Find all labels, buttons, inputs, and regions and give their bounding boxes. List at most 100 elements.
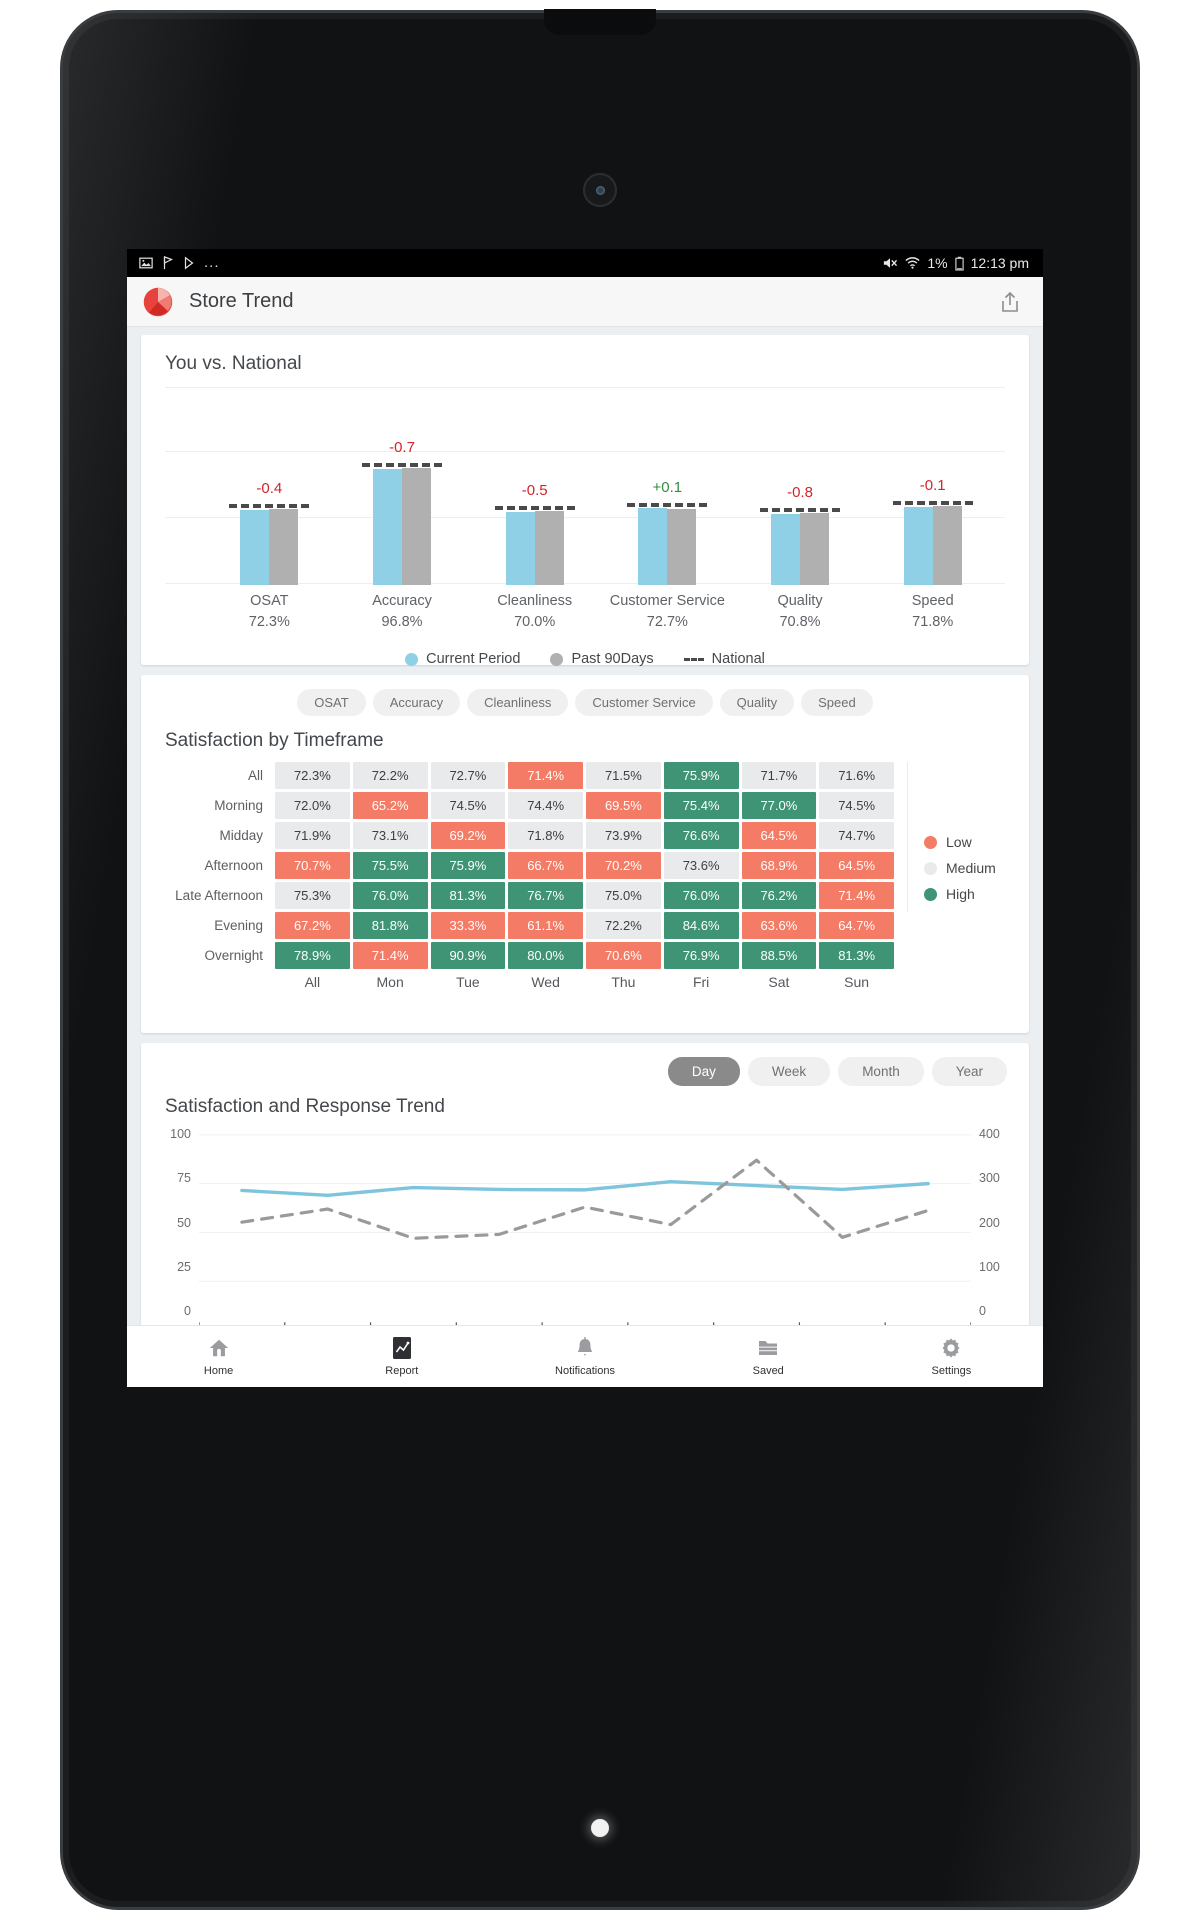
- delta-label: +0.1: [652, 479, 683, 496]
- metric-pill-quality[interactable]: Quality: [719, 689, 795, 716]
- nav-item-settings[interactable]: Settings: [860, 1326, 1043, 1387]
- home-button[interactable]: [591, 1819, 609, 1837]
- heatmap-cell[interactable]: 88.5%: [741, 942, 817, 969]
- heatmap-cell[interactable]: 84.6%: [663, 912, 739, 939]
- heatmap-cell[interactable]: 76.2%: [741, 882, 817, 909]
- metric-filter-pills[interactable]: OSAT Accuracy Cleanliness Customer Service Q…: [141, 675, 1029, 716]
- heatmap-cell[interactable]: 61.1%: [508, 912, 583, 939]
- heatmap-cell[interactable]: 73.9%: [586, 822, 661, 849]
- heatmap-cell[interactable]: 64.5%: [741, 822, 817, 849]
- app-bar: Store Trend: [127, 277, 1043, 327]
- bar-x-axis-labels: OSAT 72.3% Accuracy 96.8% Cleanliness 70.0% Cu…: [203, 591, 999, 633]
- heatmap-cell[interactable]: 70.2%: [586, 852, 661, 879]
- bar-group: +0.1: [601, 385, 734, 585]
- heatmap-cell[interactable]: 74.5%: [430, 792, 506, 819]
- bottom-navigation-bar[interactable]: Home Report Notifications Saved Settings: [127, 1325, 1043, 1387]
- heatmap-cell[interactable]: 76.6%: [663, 822, 739, 849]
- heatmap-cell[interactable]: 72.2%: [352, 762, 428, 789]
- heatmap-cell[interactable]: 71.9%: [275, 822, 350, 849]
- bar-current-period: [638, 508, 668, 585]
- heatmap-wrapper: All 72.3% 72.2% 72.7% 71.4% 71.5% 75.9% 71.7% 71…: [141, 752, 1029, 990]
- range-pill-year[interactable]: Year: [931, 1057, 1007, 1086]
- heatmap-cell[interactable]: 33.3%: [430, 912, 506, 939]
- bar-category-name: Speed: [911, 593, 954, 609]
- heatmap-cell[interactable]: 64.7%: [819, 912, 894, 939]
- metric-pill-osat[interactable]: OSAT: [297, 689, 366, 716]
- clock-label: 12:13 pm: [970, 255, 1029, 271]
- heatmap-row: Morning 72.0% 65.2% 74.5% 74.4% 69.5% 75.4% 77.…: [159, 792, 897, 819]
- heatmap-cell[interactable]: 67.2%: [275, 912, 350, 939]
- heatmap-cell[interactable]: 71.4%: [819, 882, 894, 909]
- range-pill-week[interactable]: Week: [747, 1057, 831, 1086]
- range-pill-month[interactable]: Month: [838, 1057, 924, 1086]
- legend-dot-icon: [924, 861, 937, 875]
- metric-pill-speed[interactable]: Speed: [801, 689, 873, 716]
- heatmap-cell[interactable]: 71.4%: [508, 762, 583, 789]
- bar-current-period: [771, 514, 801, 585]
- heatmap-cell[interactable]: 90.9%: [430, 942, 506, 969]
- heatmap-column-label: Wed: [531, 974, 560, 990]
- nav-label: Notifications: [555, 1365, 615, 1377]
- heatmap-column-label: Fri: [692, 974, 710, 990]
- metric-pill-cleanliness[interactable]: Cleanliness: [467, 689, 569, 716]
- heatmap-cell[interactable]: 71.5%: [586, 762, 661, 789]
- heatmap-cell[interactable]: 78.9%: [275, 942, 350, 969]
- nav-item-notifications[interactable]: Notifications: [493, 1326, 676, 1387]
- heatmap-cell[interactable]: 70.7%: [275, 852, 350, 879]
- heatmap-cell[interactable]: 71.7%: [741, 762, 817, 789]
- scroll-content[interactable]: You vs. National -0.4 -0.7 -0.5 +0.1 -0.8 -0.…: [127, 327, 1043, 1325]
- heatmap-cell[interactable]: 75.5%: [352, 852, 428, 879]
- heatmap-cell[interactable]: 76.0%: [352, 882, 428, 909]
- heatmap-cell[interactable]: 75.3%: [275, 882, 350, 909]
- heatmap-cell[interactable]: 76.0%: [663, 882, 739, 909]
- heatmap-cell[interactable]: 75.0%: [586, 882, 661, 909]
- y-axis-left-tick: 100: [170, 1127, 191, 1141]
- heatmap-cell[interactable]: 77.0%: [741, 792, 817, 819]
- heatmap-cell[interactable]: 81.8%: [352, 912, 428, 939]
- heatmap-cell[interactable]: 72.2%: [586, 912, 661, 939]
- range-pill-day[interactable]: Day: [667, 1057, 740, 1086]
- nav-item-report[interactable]: Report: [310, 1326, 493, 1387]
- heatmap-cell[interactable]: 74.7%: [819, 822, 894, 849]
- page-title: Store Trend: [189, 290, 294, 312]
- national-benchmark-line: [760, 508, 841, 512]
- heatmap-cell[interactable]: 70.6%: [586, 942, 661, 969]
- heatmap-cell[interactable]: 71.4%: [352, 942, 428, 969]
- delta-label: -0.7: [389, 439, 415, 456]
- nav-item-saved[interactable]: Saved: [677, 1326, 860, 1387]
- heatmap-cell[interactable]: 68.9%: [741, 852, 817, 879]
- heatmap-cell[interactable]: 74.4%: [508, 792, 583, 819]
- heatmap-cell[interactable]: 76.7%: [508, 882, 583, 909]
- legend-dot-icon: [550, 652, 564, 666]
- heatmap-cell[interactable]: 69.2%: [430, 822, 506, 849]
- heatmap-cell[interactable]: 75.4%: [663, 792, 739, 819]
- heatmap-cell[interactable]: 73.1%: [352, 822, 428, 849]
- heatmap-cell[interactable]: 69.5%: [586, 792, 661, 819]
- nav-item-home[interactable]: Home: [127, 1326, 310, 1387]
- heatmap-cell[interactable]: 71.8%: [508, 822, 583, 849]
- metric-pill-customer-service[interactable]: Customer Service: [575, 689, 713, 716]
- heatmap-cell[interactable]: 75.9%: [663, 762, 739, 789]
- heatmap-cell[interactable]: 72.3%: [275, 762, 350, 789]
- heatmap-column-labels: All Mon Tue Wed Thu Fri Sat Sun: [159, 974, 897, 990]
- bar-category-name: Cleanliness: [497, 593, 573, 609]
- heatmap-cell[interactable]: 75.9%: [430, 852, 506, 879]
- share-icon[interactable]: [993, 285, 1027, 319]
- heatmap-cell[interactable]: 73.6%: [663, 852, 739, 879]
- card-you-vs-national: You vs. National -0.4 -0.7 -0.5 +0.1 -0.8 -0.…: [141, 335, 1029, 667]
- national-benchmark-line: [229, 504, 310, 508]
- heatmap-cell[interactable]: 80.0%: [508, 942, 583, 969]
- heatmap-cell[interactable]: 72.7%: [430, 762, 506, 789]
- heatmap-cell[interactable]: 64.5%: [819, 852, 894, 879]
- heatmap-cell[interactable]: 81.3%: [430, 882, 506, 909]
- metric-pill-accuracy[interactable]: Accuracy: [372, 689, 461, 716]
- heatmap-cell[interactable]: 81.3%: [819, 942, 894, 969]
- heatmap-cell[interactable]: 76.9%: [663, 942, 739, 969]
- heatmap-cell[interactable]: 63.6%: [741, 912, 817, 939]
- heatmap-cell[interactable]: 71.6%: [819, 762, 894, 789]
- range-filter-pills[interactable]: Day Week Month Year: [141, 1043, 1029, 1086]
- heatmap-cell[interactable]: 65.2%: [352, 792, 428, 819]
- heatmap-cell[interactable]: 74.5%: [819, 792, 894, 819]
- heatmap-cell[interactable]: 66.7%: [508, 852, 583, 879]
- heatmap-cell[interactable]: 72.0%: [275, 792, 350, 819]
